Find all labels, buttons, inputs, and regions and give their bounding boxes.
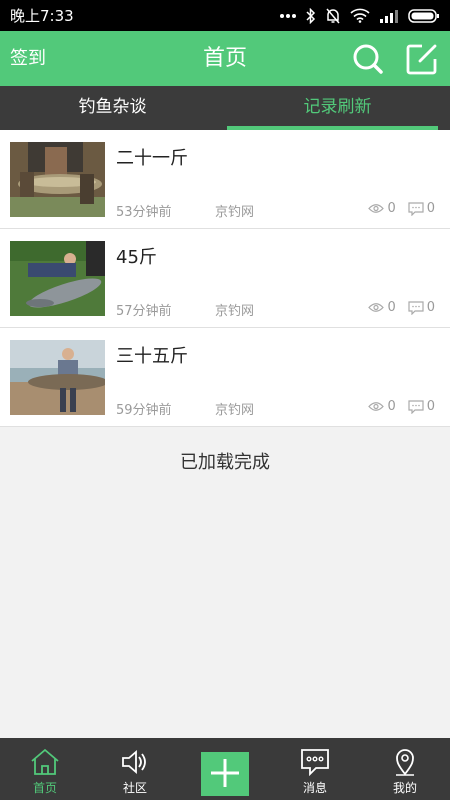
- nav-label: 社区: [122, 781, 147, 795]
- tab-record-refresh[interactable]: 记录刷新: [225, 86, 450, 130]
- community-speaker-icon: [122, 750, 146, 774]
- more-dots-icon: [280, 13, 296, 18]
- post-thumbnail: [10, 142, 105, 217]
- comment-icon: [408, 300, 424, 315]
- search-icon[interactable]: [352, 43, 384, 75]
- home-icon: [31, 748, 59, 775]
- post-title: 45斤: [116, 247, 157, 268]
- comment-icon: [408, 399, 424, 414]
- view-count: 0: [387, 201, 396, 216]
- post-source: 京钓网: [215, 205, 255, 220]
- view-count: 0: [387, 300, 396, 315]
- list-item[interactable]: 二十一斤 53分钟前 京钓网 0 0: [0, 130, 450, 229]
- view-count: 0: [387, 399, 396, 414]
- nav-mine[interactable]: 我的: [360, 738, 450, 800]
- signal-icon: [380, 9, 398, 23]
- eye-icon: [368, 303, 385, 312]
- list-item[interactable]: 三十五斤 59分钟前 京钓网 0 0: [0, 328, 450, 427]
- tab-bar: 钓鱼杂谈 记录刷新: [0, 86, 450, 130]
- add-post-button[interactable]: [201, 752, 249, 796]
- wifi-icon: [350, 8, 370, 23]
- post-time: 57分钟前: [116, 304, 172, 319]
- post-thumbnail: [10, 340, 105, 415]
- post-title: 二十一斤: [116, 148, 188, 169]
- tab-fishing-talk[interactable]: 钓鱼杂谈: [0, 86, 225, 130]
- plus-icon: [211, 758, 239, 787]
- post-time: 53分钟前: [116, 205, 172, 220]
- comment-count: 0: [426, 201, 435, 216]
- nav-home[interactable]: 首页: [0, 738, 90, 800]
- post-title: 三十五斤: [116, 346, 188, 367]
- post-time: 59分钟前: [116, 403, 172, 418]
- message-icon: [301, 749, 329, 776]
- app-header: 签到 首页: [0, 31, 450, 86]
- nav-post[interactable]: [180, 738, 270, 800]
- list-item[interactable]: 45斤 57分钟前 京钓网 0 0: [0, 229, 450, 328]
- eye-icon: [368, 402, 385, 411]
- post-thumbnail: [10, 241, 105, 316]
- status-bar: 晚上7:33: [0, 0, 450, 31]
- nav-messages[interactable]: 消息: [270, 738, 360, 800]
- nav-community[interactable]: 社区: [90, 738, 180, 800]
- nav-label: 消息: [302, 781, 327, 795]
- nav-label: 首页: [32, 781, 57, 795]
- post-source: 京钓网: [215, 403, 255, 418]
- battery-icon: [408, 8, 439, 23]
- bottom-nav: 首页 社区 消息 我的: [0, 738, 450, 800]
- post-list: 二十一斤 53分钟前 京钓网 0 0 45斤 57分钟前 京钓网 0 0 三十五…: [0, 130, 450, 427]
- eye-icon: [368, 204, 385, 213]
- load-complete-text: 已加载完成: [180, 452, 270, 473]
- comment-count: 0: [426, 300, 435, 315]
- mute-bell-icon: [326, 8, 340, 23]
- status-time: 晚上7:33: [10, 7, 74, 25]
- location-pin-icon: [396, 749, 414, 776]
- nav-label: 我的: [392, 781, 417, 795]
- post-source: 京钓网: [215, 304, 255, 319]
- comment-icon: [408, 201, 424, 216]
- edit-icon[interactable]: [406, 43, 438, 75]
- bluetooth-icon: [306, 7, 316, 24]
- comment-count: 0: [426, 399, 435, 414]
